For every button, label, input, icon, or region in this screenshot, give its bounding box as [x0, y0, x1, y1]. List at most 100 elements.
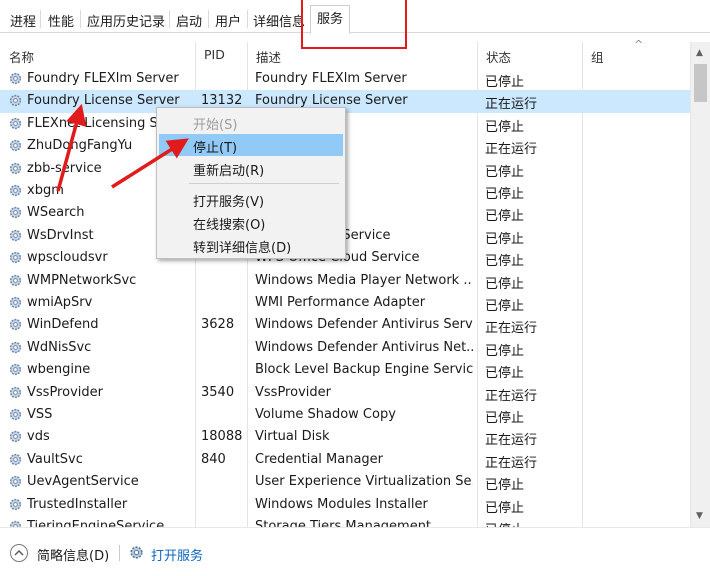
- menu-item-open-services[interactable]: 打开服务(V): [159, 188, 343, 210]
- column-header-pid[interactable]: PID: [195, 42, 247, 68]
- table-row[interactable]: VaultSvc 840 Credential Manager 正在运行: [0, 449, 690, 471]
- service-gear-icon: [8, 228, 23, 243]
- menu-item-search-online[interactable]: 在线搜索(O): [159, 211, 343, 233]
- tab-startup[interactable]: 启动: [176, 8, 202, 33]
- service-status: 正在运行: [485, 455, 538, 471]
- service-description: Windows Modules Installer: [255, 496, 428, 512]
- service-name: VSS: [27, 407, 53, 422]
- service-gear-icon: [8, 93, 23, 108]
- service-status: 正在运行: [485, 388, 538, 404]
- service-pid: 840: [201, 451, 226, 467]
- service-description: Volume Shadow Copy: [255, 407, 396, 422]
- collapse-up-icon[interactable]: [10, 544, 28, 562]
- column-header-description[interactable]: 描述: [247, 42, 477, 68]
- table-row[interactable]: WinDefend 3628 Windows Defender Antivirus …: [0, 314, 690, 336]
- tab-separator: [40, 10, 41, 28]
- table-row[interactable]: Foundry FLEXlm Server Foundry FLEXlm Serv…: [0, 68, 690, 90]
- menu-item-start: 开始(S): [193, 118, 238, 133]
- brief-info-button[interactable]: 简略信息(D): [37, 545, 109, 564]
- service-gear-icon: [8, 340, 23, 355]
- service-status: 已停止: [485, 366, 525, 382]
- table-row[interactable]: WMPNetworkSvc Windows Media Player Networ…: [0, 270, 690, 292]
- tab-processes[interactable]: 进程: [10, 8, 36, 33]
- service-gear-icon: [8, 385, 23, 400]
- service-name: WMPNetworkSvc: [27, 272, 137, 288]
- service-pid: 18088: [201, 429, 243, 445]
- service-gear-icon: [8, 497, 23, 512]
- tab-separator: [80, 10, 81, 28]
- service-status: 已停止: [485, 276, 525, 292]
- service-name: UevAgentService: [27, 474, 139, 490]
- service-pid: 3540: [201, 384, 235, 400]
- service-gear-icon: [8, 452, 23, 467]
- service-status: 已停止: [485, 187, 525, 202]
- service-name: Foundry FLEXlm Server: [27, 71, 179, 86]
- service-name: TrustedInstaller: [27, 496, 128, 512]
- service-description: Windows Defender Antivirus Net...: [255, 339, 473, 355]
- service-description: Block Level Backup Engine Service: [255, 362, 473, 378]
- service-gear-icon: [8, 71, 23, 86]
- menu-item-goto-details[interactable]: 转到详细信息(D): [159, 234, 343, 256]
- table-row[interactable]: TieringEngineService Storage Tiers Manage…: [0, 516, 690, 527]
- context-menu: 开始(S) 停止(T) 重新启动(R) 打开服务(V) 在线搜索(O) 转到详细…: [156, 107, 346, 259]
- table-row[interactable]: WdNisSvc Windows Defender Antivirus Net..…: [0, 337, 690, 359]
- service-description: Windows Defender Antivirus Serv: [255, 317, 473, 333]
- service-status: 已停止: [485, 343, 525, 359]
- column-header-name[interactable]: 名称: [0, 42, 195, 68]
- service-status: 正在运行: [485, 321, 538, 337]
- service-description: Foundry FLEXlm Server: [255, 71, 407, 86]
- tab-performance[interactable]: 性能: [48, 8, 74, 33]
- footer-separator: [119, 545, 120, 561]
- service-status: 正在运行: [485, 433, 538, 449]
- table-row[interactable]: wbengine Block Level Backup Engine Servic…: [0, 359, 690, 381]
- menu-item-stop[interactable]: 停止(T): [159, 134, 343, 156]
- service-status: 已停止: [485, 119, 525, 135]
- service-name: wbengine: [27, 362, 91, 378]
- vertical-scrollbar[interactable]: ▲ ▼: [690, 42, 710, 527]
- service-gear-icon: [8, 205, 23, 220]
- table-row[interactable]: UevAgentService User Experience Virtualiz…: [0, 471, 690, 493]
- tab-users[interactable]: 用户: [215, 8, 241, 33]
- service-name: TieringEngineService: [27, 519, 165, 527]
- service-gear-icon: [8, 429, 23, 444]
- service-status: 正在运行: [485, 142, 538, 158]
- tab-details[interactable]: 详细信息: [253, 8, 305, 33]
- service-gear-icon: [8, 183, 23, 198]
- column-header-status[interactable]: 状态: [477, 42, 582, 68]
- service-name: VaultSvc: [27, 451, 83, 467]
- scroll-down-icon[interactable]: ▼: [696, 511, 703, 521]
- service-gear-icon: [8, 295, 23, 310]
- tab-separator: [247, 10, 248, 28]
- tab-separator: [169, 10, 170, 28]
- scrollbar-thumb[interactable]: [694, 64, 707, 102]
- service-gear-icon: [8, 138, 23, 153]
- service-gear-icon: [8, 273, 23, 288]
- service-description: Virtual Disk: [255, 429, 330, 445]
- footer-bar: 简略信息(D) 打开服务: [0, 527, 710, 576]
- service-gear-icon: [8, 317, 23, 332]
- table-row[interactable]: VssProvider 3540 VssProvider 正在运行: [0, 382, 690, 404]
- service-gear-icon: [8, 116, 23, 131]
- service-gear-icon: [8, 250, 23, 265]
- service-status: 已停止: [485, 411, 525, 426]
- menu-separator: [189, 183, 339, 184]
- menu-item-restart[interactable]: 重新启动(R): [159, 157, 343, 179]
- table-row[interactable]: vds 18088 Virtual Disk 正在运行: [0, 426, 690, 448]
- service-description: User Experience Virtualization Se...: [255, 474, 473, 490]
- tab-separator: [208, 10, 209, 28]
- service-description: Storage Tiers Management: [255, 519, 432, 527]
- tab-app-history[interactable]: 应用历史记录: [87, 8, 165, 33]
- table-row[interactable]: VSS Volume Shadow Copy 已停止: [0, 404, 690, 426]
- service-name: vds: [27, 429, 50, 445]
- scroll-up-icon[interactable]: ▲: [696, 48, 703, 58]
- table-row[interactable]: TrustedInstaller Windows Modules Installe…: [0, 494, 690, 516]
- service-status: 已停止: [485, 164, 525, 180]
- table-row[interactable]: wmiApSrv WMI Performance Adapter 已停止: [0, 292, 690, 314]
- open-services-link[interactable]: 打开服务: [151, 545, 203, 564]
- sort-caret-icon: ^: [634, 38, 644, 51]
- service-gear-icon: [8, 474, 23, 489]
- service-status: 已停止: [485, 254, 525, 270]
- service-status: 已停止: [485, 299, 525, 314]
- service-gear-icon: [8, 407, 23, 422]
- service-status: 已停止: [485, 478, 525, 494]
